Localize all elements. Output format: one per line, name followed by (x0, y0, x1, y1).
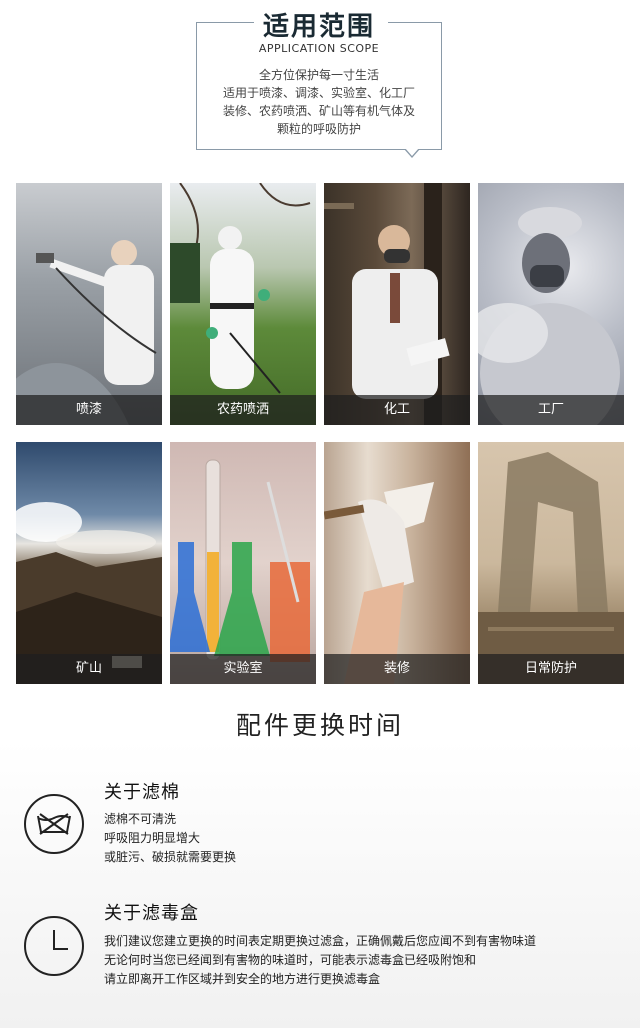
tile-label: 装修 (324, 654, 470, 684)
scope-title: 适用范围 (262, 12, 375, 42)
laboratory-photo (170, 459, 310, 662)
no-wash-icon (24, 794, 84, 854)
tile-label: 喷漆 (16, 395, 162, 425)
factory-photo (478, 207, 620, 425)
filter-cartridge-line: 我们建议您建立更换的时间表定期更换过滤盒，正确佩戴后您应闻不到有害物味道 (104, 934, 537, 948)
filter-cartridge-title: 关于滤毒盒 (104, 903, 199, 924)
decoration-photo (324, 482, 434, 684)
tile-spray-paint: 喷漆 (16, 183, 162, 425)
filter-cotton-line: 或脏污、破损就需要更换 (104, 850, 237, 864)
scope-line: 颗粒的呼吸防护 (276, 122, 361, 136)
tile-decoration: 装修 (324, 442, 470, 684)
tile-chemical: 化工 (324, 183, 470, 425)
replacement-title: 配件更换时间 (235, 711, 404, 740)
filter-cotton-line: 呼吸阻力明显增大 (104, 831, 201, 845)
mine-photo (16, 502, 162, 684)
scope-line: 适用于喷漆、调漆、实验室、化工厂 (222, 86, 415, 100)
pesticide-photo (170, 183, 311, 394)
tile-label: 矿山 (16, 654, 162, 684)
filter-cotton-title: 关于滤棉 (104, 782, 180, 803)
tile-mine: 矿山 (16, 442, 162, 684)
filter-cartridge-line: 无论何时当您已经闻到有害物的味道时，可能表示滤毒盒已经吸附饱和 (104, 953, 477, 967)
chemical-photo (324, 183, 450, 425)
filter-cartridge-text: 我们建议您建立更换的时间表定期更换过滤盒，正确佩戴后您应闻不到有害物味道 无论何… (104, 932, 536, 989)
tile-label: 工厂 (478, 395, 624, 425)
bubble-tail-inner (405, 148, 419, 156)
scope-subtitle: APPLICATION SCOPE (258, 42, 380, 55)
filter-cotton-text: 滤棉不可清洗 呼吸阻力明显增大 或脏污、破损就需要更换 (104, 810, 236, 867)
tile-label: 化工 (324, 395, 470, 425)
tile-pesticide: 农药喷洒 (170, 183, 316, 425)
scope-line: 装修、农药喷洒、矿山等有机气体及 (222, 104, 415, 118)
filter-cotton-line: 滤棉不可清洗 (104, 812, 177, 826)
clock-icon (24, 916, 84, 976)
daily-protection-photo (478, 452, 624, 684)
tile-factory: 工厂 (478, 183, 624, 425)
tile-label: 日常防护 (478, 654, 624, 684)
tile-label: 农药喷洒 (170, 395, 316, 425)
tile-daily-protection: 日常防护 (478, 442, 624, 684)
scope-line: 全方位保护每一寸生活 (258, 68, 379, 82)
filter-cartridge-line: 请立即离开工作区域并到安全的地方进行更换滤毒盒 (104, 972, 381, 986)
scope-description: 全方位保护每一寸生活 适用于喷漆、调漆、实验室、化工厂 装修、农药喷洒、矿山等有… (212, 66, 426, 138)
tile-laboratory: 实验室 (170, 442, 316, 684)
tile-label: 实验室 (170, 654, 316, 684)
spray-paint-photo (16, 240, 157, 425)
